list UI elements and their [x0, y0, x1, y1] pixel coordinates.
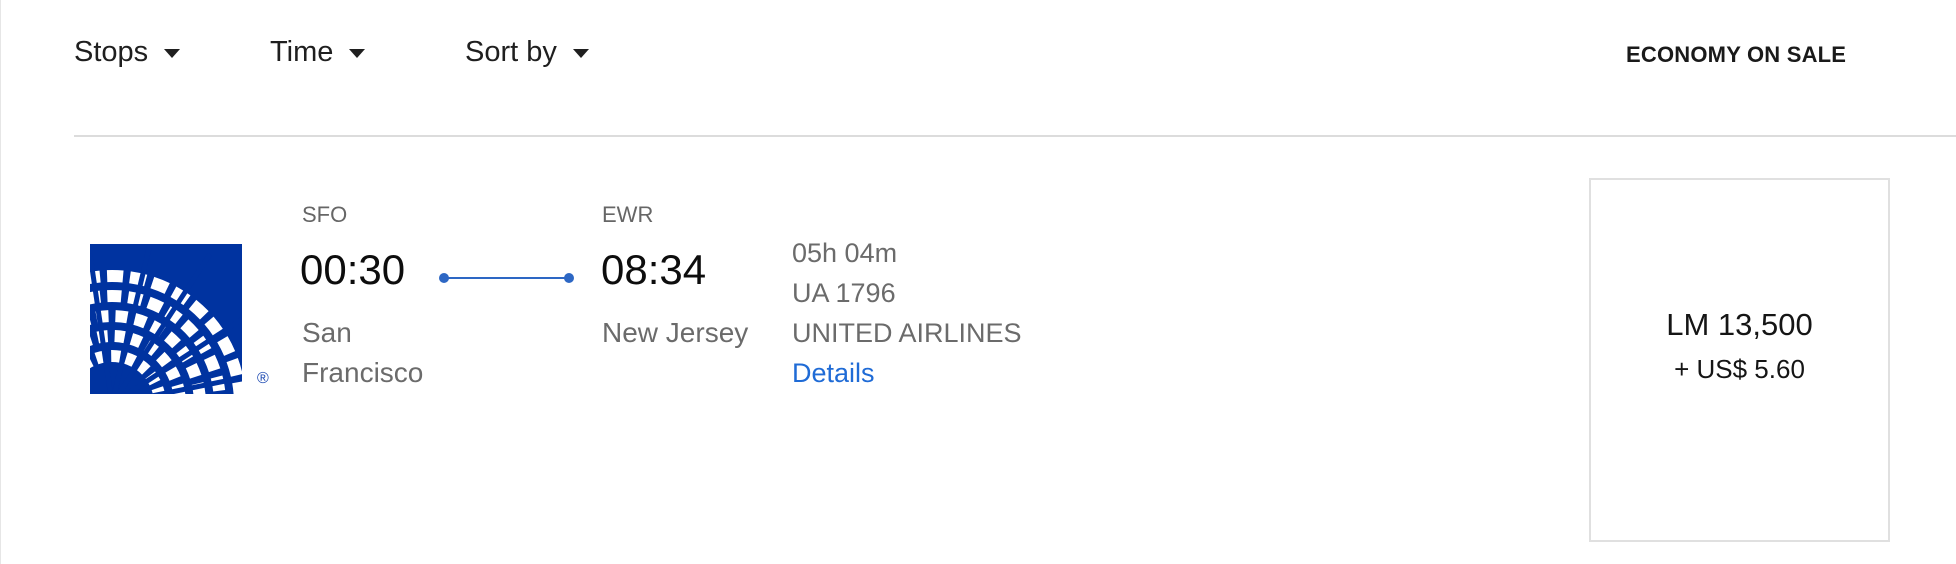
registered-mark: ® [257, 370, 269, 387]
arrival-airport-code: EWR [602, 202, 654, 227]
flight-number: UA 1796 [792, 278, 896, 308]
arrival-city: New Jersey [602, 317, 749, 348]
time-filter-dropdown[interactable]: Time [270, 36, 366, 69]
arrival-time: 08:34 [601, 246, 707, 293]
sort-by-label: Sort by [465, 36, 557, 68]
departure-time: 00:30 [300, 246, 406, 293]
filter-bar: Stops Time Sort by ECONOMY ON SALE [0, 0, 1956, 110]
stops-filter-label: Stops [74, 36, 149, 68]
caret-down-icon [349, 49, 366, 58]
fare-class-header: ECONOMY ON SALE [1626, 42, 1847, 67]
departure-city: San Francisco [302, 317, 424, 388]
divider [74, 135, 1956, 137]
details-link[interactable]: Details [792, 358, 875, 389]
united-globe-logo-icon [90, 244, 242, 394]
route-end-dot [564, 273, 574, 283]
departure-airport-code: SFO [302, 202, 348, 227]
fare-option-card[interactable]: LM 13,500 + US$ 5.60 [1589, 178, 1890, 542]
sort-by-dropdown[interactable]: Sort by [465, 36, 589, 69]
fare-taxes: + US$ 5.60 [1674, 354, 1805, 384]
fare-miles: LM 13,500 [1666, 307, 1813, 342]
caret-down-icon [164, 49, 181, 58]
flight-duration: 05h 04m [792, 238, 898, 268]
time-filter-label: Time [270, 36, 334, 68]
caret-down-icon [572, 49, 589, 58]
route-line [445, 277, 569, 279]
stops-filter-dropdown[interactable]: Stops [74, 36, 181, 69]
airline-name: UNITED AIRLINES [792, 318, 1022, 348]
